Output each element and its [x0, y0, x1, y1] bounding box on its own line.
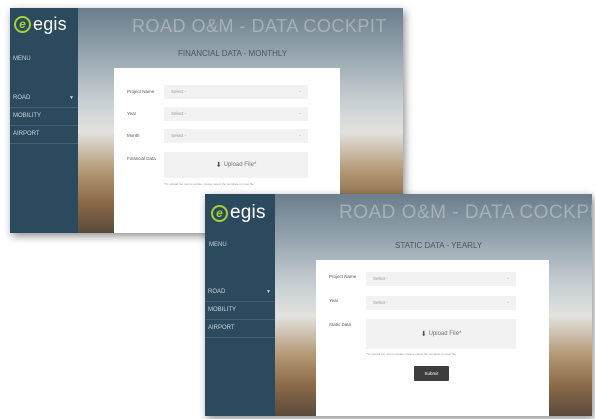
- project-name-placeholder: Select -: [171, 89, 187, 94]
- menu-label: MENU: [13, 56, 31, 62]
- page-title: FINANCIAL DATA - MONTHLY: [178, 49, 288, 58]
- sidebar-nav: ROAD ▼ MOBILITY AIRPORT: [205, 284, 275, 338]
- upload-file-label: Upload File*: [428, 331, 462, 337]
- sidebar-item-mobility[interactable]: MOBILITY: [10, 108, 78, 126]
- sidebar-item-airport[interactable]: AIRPORT: [10, 126, 78, 144]
- sidebar-item-label: MOBILITY: [13, 113, 42, 119]
- upload-file-label: Upload File*: [223, 162, 257, 168]
- egis-logo-text: egis: [230, 202, 266, 223]
- chevron-down-icon: ⌄: [297, 88, 302, 94]
- egis-logo[interactable]: e egis: [14, 14, 67, 35]
- project-name-label: Project Name: [329, 274, 357, 279]
- year-placeholder: Select -: [171, 111, 187, 116]
- sidebar-item-label: AIRPORT: [13, 131, 40, 137]
- chevron-down-icon: ⌄: [297, 132, 302, 138]
- egis-logo[interactable]: e egis: [211, 202, 266, 224]
- month-label: Month: [127, 133, 140, 138]
- chevron-down-icon: ⌄: [297, 110, 302, 116]
- sidebar-item-label: ROAD: [208, 289, 226, 295]
- year-select[interactable]: Select - ⌄: [164, 107, 308, 121]
- upload-note: *To upload the new template, please sele…: [366, 352, 456, 356]
- financial-data-label: Financial Data: [127, 156, 156, 161]
- upload-file-button[interactable]: ⬇ Upload File*: [366, 319, 516, 349]
- year-label: Year: [329, 298, 339, 303]
- menu-label: MENU: [209, 242, 227, 248]
- sidebar-item-airport[interactable]: AIRPORT: [205, 320, 275, 338]
- sidebar-item-label: MOBILITY: [208, 307, 237, 313]
- sidebar: e egis MENU ROAD ▼ MOBILITY AIRPORT: [10, 8, 78, 233]
- project-name-label: Project Name: [127, 89, 155, 94]
- month-select[interactable]: Select - ⌄: [164, 129, 308, 143]
- project-name-select[interactable]: Select - ⌄: [164, 85, 308, 99]
- page-title: STATIC DATA - YEARLY: [395, 241, 483, 250]
- year-label: Year: [127, 111, 137, 116]
- month-placeholder: Select -: [171, 133, 187, 138]
- app-title: ROAD O&M - DATA COCKPIT: [132, 16, 387, 36]
- sidebar: e egis MENU ROAD ▼ MOBILITY AIRPORT: [205, 194, 275, 416]
- upload-file-button[interactable]: ⬇ Upload File*: [164, 152, 308, 178]
- static-data-label: Static Data: [329, 322, 352, 327]
- sidebar-item-road[interactable]: ROAD ▼: [205, 284, 275, 302]
- egis-logo-mark-icon: e: [211, 204, 228, 222]
- project-name-select[interactable]: Select - ⌄: [366, 272, 516, 286]
- chevron-down-icon: ▼: [266, 289, 271, 295]
- egis-logo-text: egis: [33, 14, 67, 34]
- sidebar-item-road[interactable]: ROAD ▼: [10, 90, 78, 108]
- chevron-down-icon: ▼: [69, 95, 74, 101]
- sidebar-item-mobility[interactable]: MOBILITY: [205, 302, 275, 320]
- submit-button[interactable]: Submit: [414, 366, 449, 381]
- sidebar-item-label: ROAD: [13, 95, 31, 101]
- chevron-down-icon: ⌄: [505, 275, 510, 281]
- egis-logo-mark-icon: e: [14, 16, 31, 33]
- sidebar-nav: ROAD ▼ MOBILITY AIRPORT: [10, 90, 78, 144]
- project-name-placeholder: Select -: [373, 276, 389, 281]
- year-placeholder: Select -: [373, 300, 389, 305]
- year-select[interactable]: Select - ⌄: [366, 296, 516, 310]
- sidebar-item-label: AIRPORT: [208, 325, 235, 331]
- screenshot-static-yearly: e egis MENU ROAD ▼ MOBILITY AIRPORT ROAD…: [205, 194, 592, 416]
- upload-form-card: Project Name Select - ⌄ Year Select - ⌄ …: [316, 260, 549, 416]
- upload-icon: ⬇: [420, 331, 427, 338]
- app-title: ROAD O&M - DATA COCKPIT: [339, 202, 592, 223]
- chevron-down-icon: ⌄: [505, 299, 510, 305]
- upload-note: *To upload the new template, please sele…: [164, 182, 254, 186]
- upload-icon: ⬇: [215, 162, 222, 169]
